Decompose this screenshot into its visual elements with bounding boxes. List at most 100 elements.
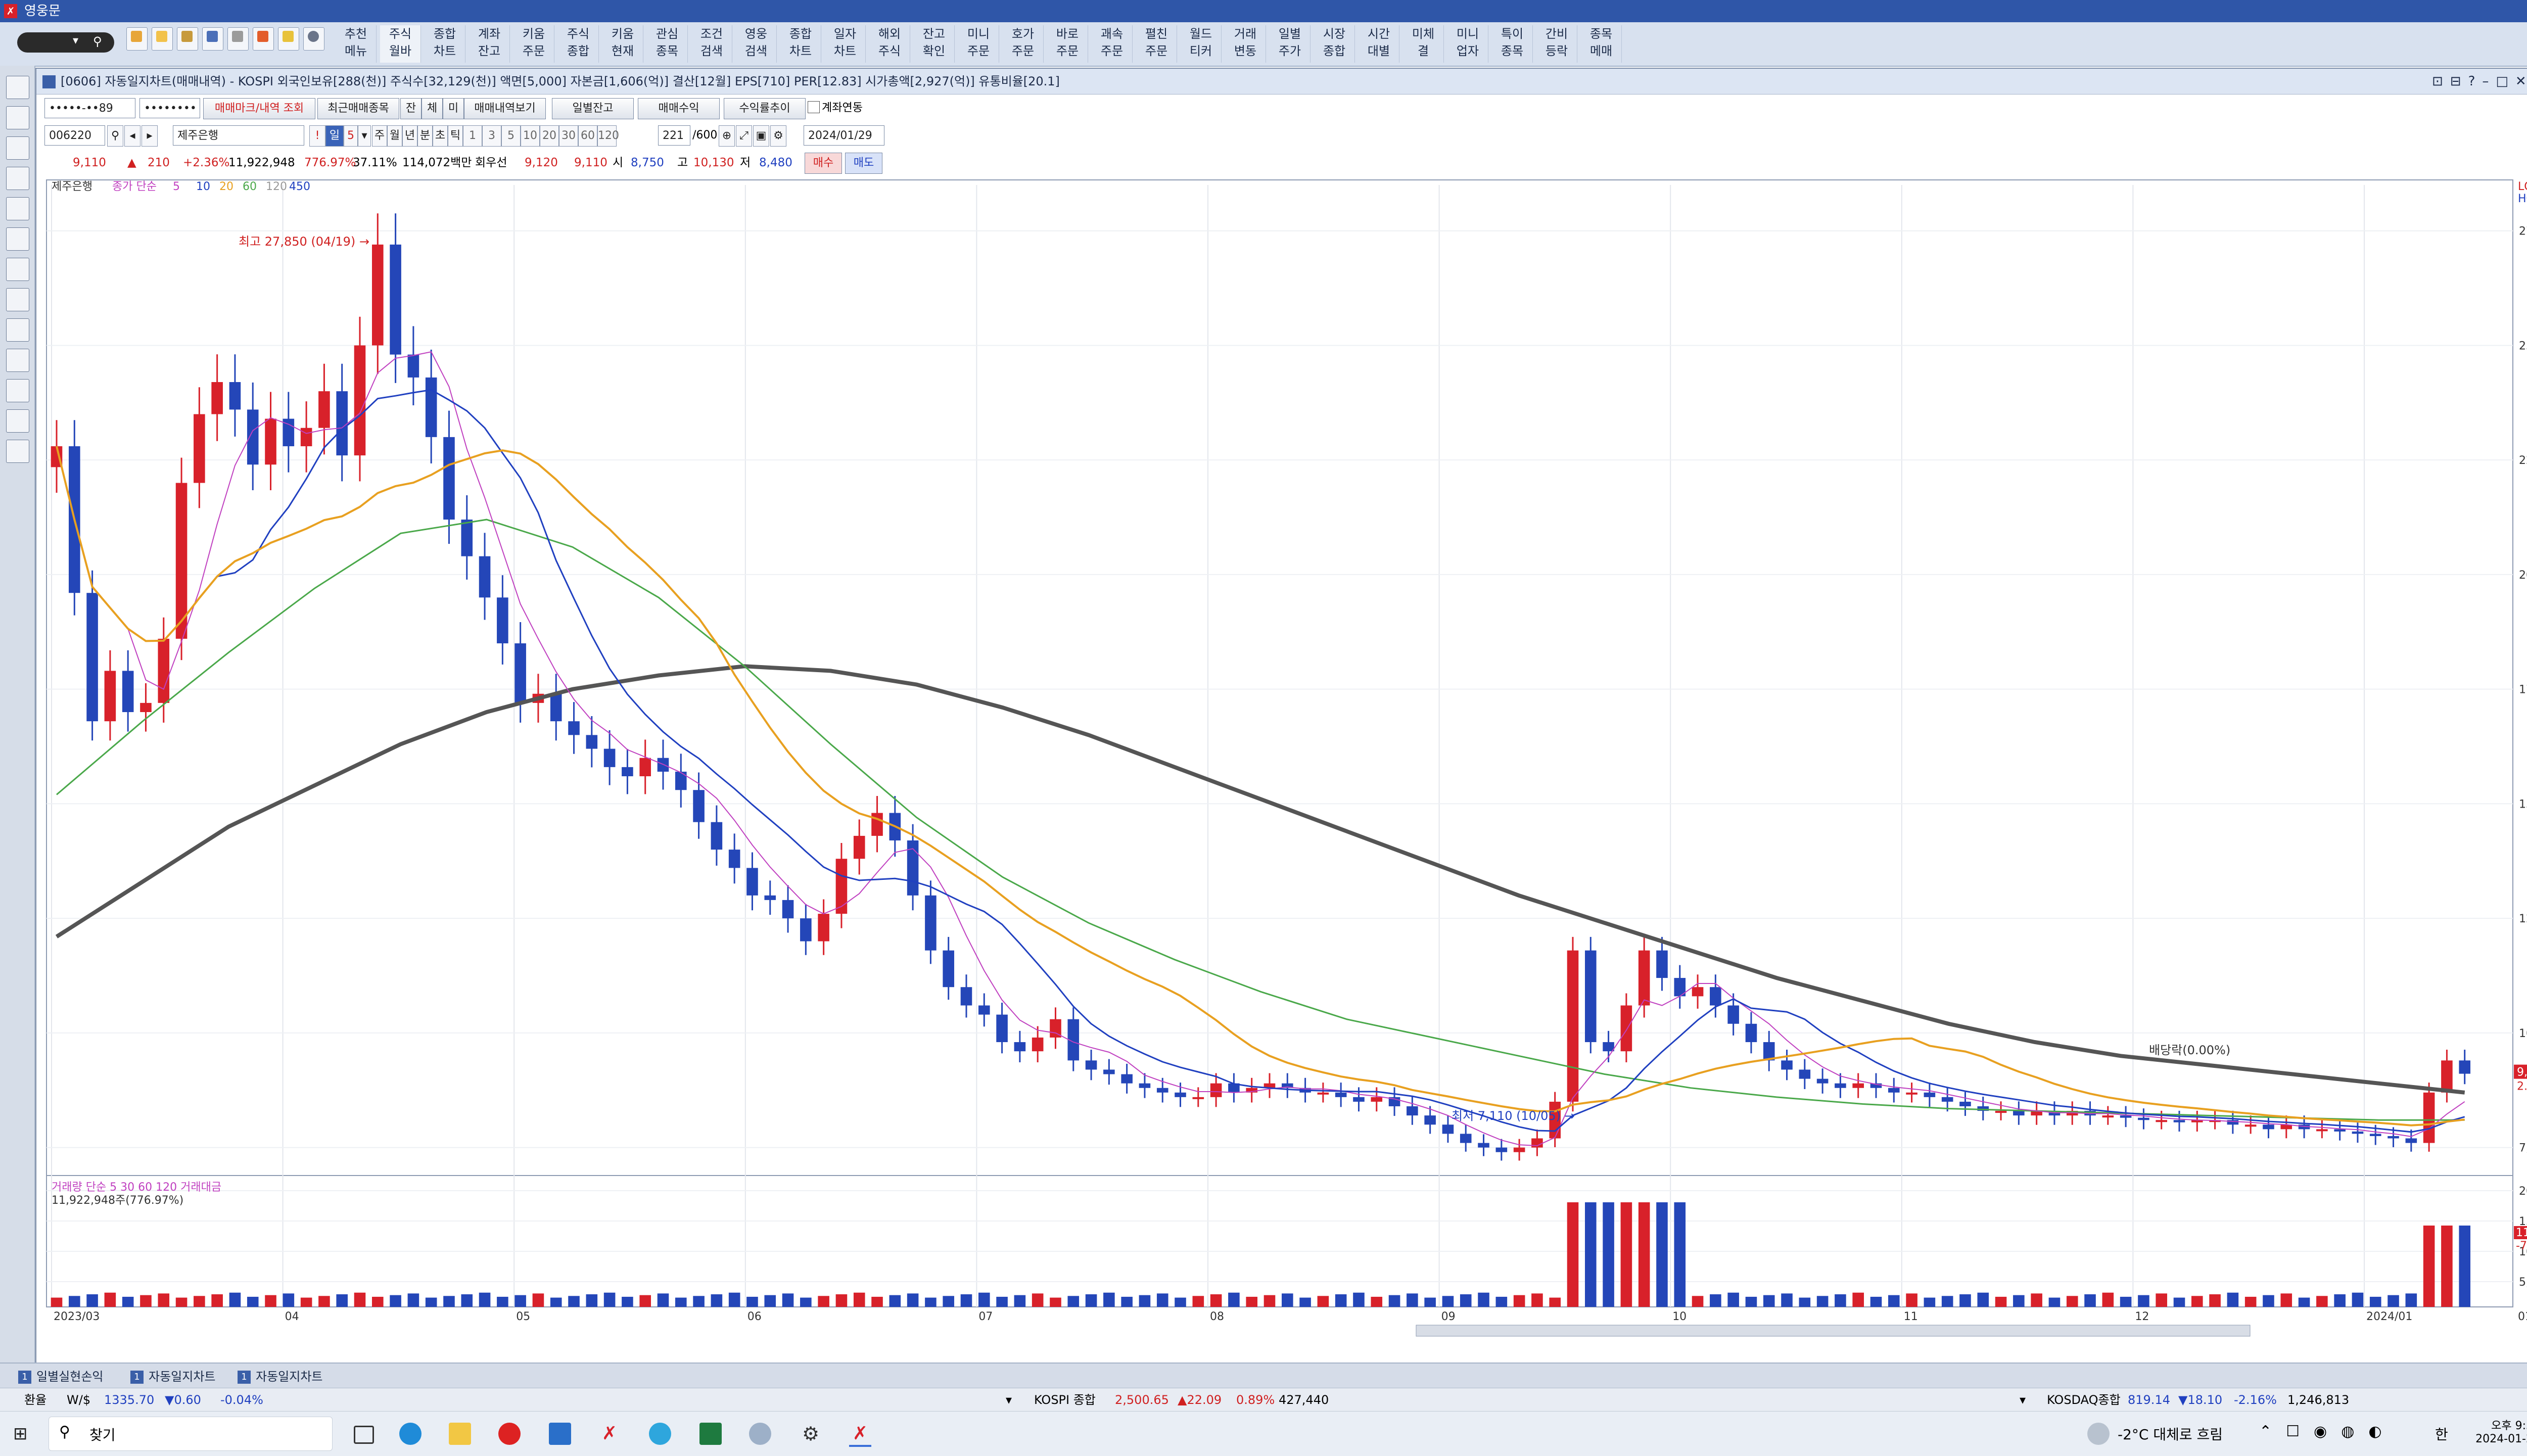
minute-3-button[interactable]: 3 (482, 125, 501, 147)
menu-item-4[interactable]: 계좌 잔고 (469, 25, 510, 63)
tool-trendline-icon[interactable] (6, 197, 29, 220)
fit-icon[interactable]: ⤢ (736, 125, 752, 147)
menu-item-21[interactable]: 거래 변동 (1225, 25, 1266, 63)
period-6-button[interactable]: 틱 (448, 125, 463, 147)
return-trend-button[interactable]: 수익률추이 (724, 98, 806, 119)
minute-120-button[interactable]: 120 (597, 125, 619, 147)
menu-item-23[interactable]: 시장 종합 (1314, 25, 1355, 63)
menu-item-20[interactable]: 월드 티커 (1181, 25, 1222, 63)
prev-icon[interactable]: ◂ (124, 125, 141, 147)
menu-item-27[interactable]: 특이 종목 (1492, 25, 1533, 63)
executed-button[interactable]: 체 (422, 98, 443, 119)
stock-code-field[interactable]: 006220 (44, 125, 105, 146)
tool-pen-icon[interactable] (6, 288, 29, 311)
menu-item-5[interactable]: 키움 주문 (513, 25, 554, 63)
dropdown-arrow-icon[interactable]: ▾ (73, 34, 78, 47)
menu-item-12[interactable]: 일자 차트 (825, 25, 866, 63)
menu-item-10[interactable]: 영웅 검색 (736, 25, 777, 63)
tool-hline-icon[interactable] (6, 167, 29, 190)
balance-button[interactable]: 잔 (400, 98, 422, 119)
menu-item-26[interactable]: 미니 업자 (1447, 25, 1488, 63)
period-1-button[interactable]: 주 (372, 125, 387, 147)
clock[interactable]: 오후 9:39 2024-01-29 (2464, 1417, 2527, 1445)
menu-item-3[interactable]: 종합 차트 (425, 25, 465, 63)
trade-profit-button[interactable]: 매매수익 (638, 98, 720, 119)
toolbar-icon-6[interactable] (253, 27, 274, 51)
menu-item-25[interactable]: 미체 결 (1403, 25, 1444, 63)
menu-item-18[interactable]: 괘속 주문 (1092, 25, 1133, 63)
save-icon[interactable]: ▣ (753, 125, 769, 147)
toolbar-icon-3[interactable] (177, 27, 198, 51)
toolbar-icon-2[interactable] (152, 27, 173, 51)
account-link-checkbox[interactable] (808, 101, 820, 113)
unfilled-button[interactable]: 미 (443, 98, 464, 119)
daily-balance-button[interactable]: 일별잔고 (552, 98, 634, 119)
menu-item-22[interactable]: 일별 주가 (1270, 25, 1311, 63)
buy-button[interactable]: 매수 (805, 153, 842, 174)
minute-10-button[interactable]: 10 (521, 125, 540, 147)
minute-20-button[interactable]: 20 (540, 125, 559, 147)
tool-zoom-icon[interactable] (6, 106, 29, 129)
tool-eraser-icon[interactable] (6, 258, 29, 281)
minute-5-button[interactable]: 5 (501, 125, 521, 147)
tool-lines-icon[interactable] (6, 409, 29, 433)
toolbar-icon-5[interactable] (227, 27, 249, 51)
settings-gear-icon[interactable]: ⚙ (770, 125, 786, 147)
menu-search-combo[interactable]: ▾ ⚲ (17, 32, 114, 53)
alert-icon[interactable]: ! (309, 125, 325, 147)
period-3-button[interactable]: 년 (402, 125, 417, 147)
trade-mark-button[interactable]: 매매마크/내역 조회 (203, 98, 315, 119)
tool-t-icon[interactable] (6, 318, 29, 342)
telegram-icon[interactable] (649, 1423, 671, 1445)
menu-item-8[interactable]: 관심 종목 (647, 25, 688, 63)
toolbar-icon-1[interactable] (126, 27, 148, 51)
tab-auto-chart-1[interactable]: 1 자동일지차트 (130, 1367, 215, 1387)
account-field[interactable]: •••••-••89 (44, 98, 135, 118)
count-field[interactable]: 221 (658, 125, 690, 146)
minute-1-button[interactable]: 1 (463, 125, 482, 147)
period-2-button[interactable]: 월 (387, 125, 402, 147)
settings-gear-icon[interactable]: ⚙ (800, 1423, 822, 1445)
minute-60-button[interactable]: 60 (578, 125, 597, 147)
period-num[interactable]: 5 (344, 125, 358, 147)
window-controls[interactable]: ⊡⊟?–□✕ (2432, 69, 2527, 94)
sell-button[interactable]: 매도 (845, 153, 882, 174)
menu-item-7[interactable]: 키움 현재 (602, 25, 643, 63)
taskbar-search-box[interactable]: ⚲ 찾기 (49, 1417, 333, 1451)
excel-icon[interactable] (699, 1423, 722, 1445)
gear-icon[interactable] (303, 27, 324, 51)
next-icon[interactable]: ▸ (142, 125, 158, 147)
windows-start-icon[interactable]: ⊞ (13, 1423, 35, 1445)
search-icon[interactable]: ⚲ (93, 34, 102, 49)
menu-item-13[interactable]: 해외 주식 (869, 25, 910, 63)
tool-text-icon[interactable] (6, 227, 29, 251)
menu-item-29[interactable]: 종목 메매 (1581, 25, 1622, 63)
menu-item-17[interactable]: 바로 주문 (1047, 25, 1088, 63)
date-field[interactable]: 2024/01/29 (804, 125, 884, 146)
dropdown-arrow-icon[interactable]: ▾ (1006, 1388, 1012, 1412)
password-field[interactable]: •••••••• (139, 98, 200, 118)
tab-daily-pnl[interactable]: 1 일별실현손익 (18, 1367, 103, 1387)
menu-item-24[interactable]: 시간 대별 (1359, 25, 1399, 63)
menu-item-16[interactable]: 호가 주문 (1003, 25, 1044, 63)
period-4-button[interactable]: 분 (417, 125, 433, 147)
minute-30-button[interactable]: 30 (559, 125, 578, 147)
menu-item-2[interactable]: 주식 월바 (380, 25, 421, 63)
menu-item-9[interactable]: 조건 검색 (691, 25, 732, 63)
menu-item-14[interactable]: 잔고 확인 (914, 25, 955, 63)
kiwoom-active-icon[interactable]: ✗ (849, 1423, 871, 1447)
toolbar-icon-7[interactable] (278, 27, 299, 51)
tool-crosshair-icon[interactable] (6, 76, 29, 99)
tool-circle-icon[interactable] (6, 379, 29, 402)
zoom-icon[interactable]: ⊕ (719, 125, 735, 147)
menu-item-19[interactable]: 펼친 주문 (1136, 25, 1177, 63)
stock-name-field[interactable]: 제주은행 (173, 125, 304, 146)
tool-chart-icon[interactable] (6, 440, 29, 463)
dropdown-arrow-icon[interactable]: ▾ (358, 125, 371, 147)
task-view-icon[interactable] (354, 1426, 374, 1444)
toolbar-icon-4[interactable] (202, 27, 223, 51)
price-chart[interactable]: 2023/03 04 05 06 07 08 09 10 11 12 2024/01 01/29 27,… (36, 175, 2527, 1352)
menu-item-28[interactable]: 간비 등락 (1536, 25, 1577, 63)
app-icon[interactable] (749, 1423, 771, 1445)
tool-palette-icon[interactable] (6, 349, 29, 372)
